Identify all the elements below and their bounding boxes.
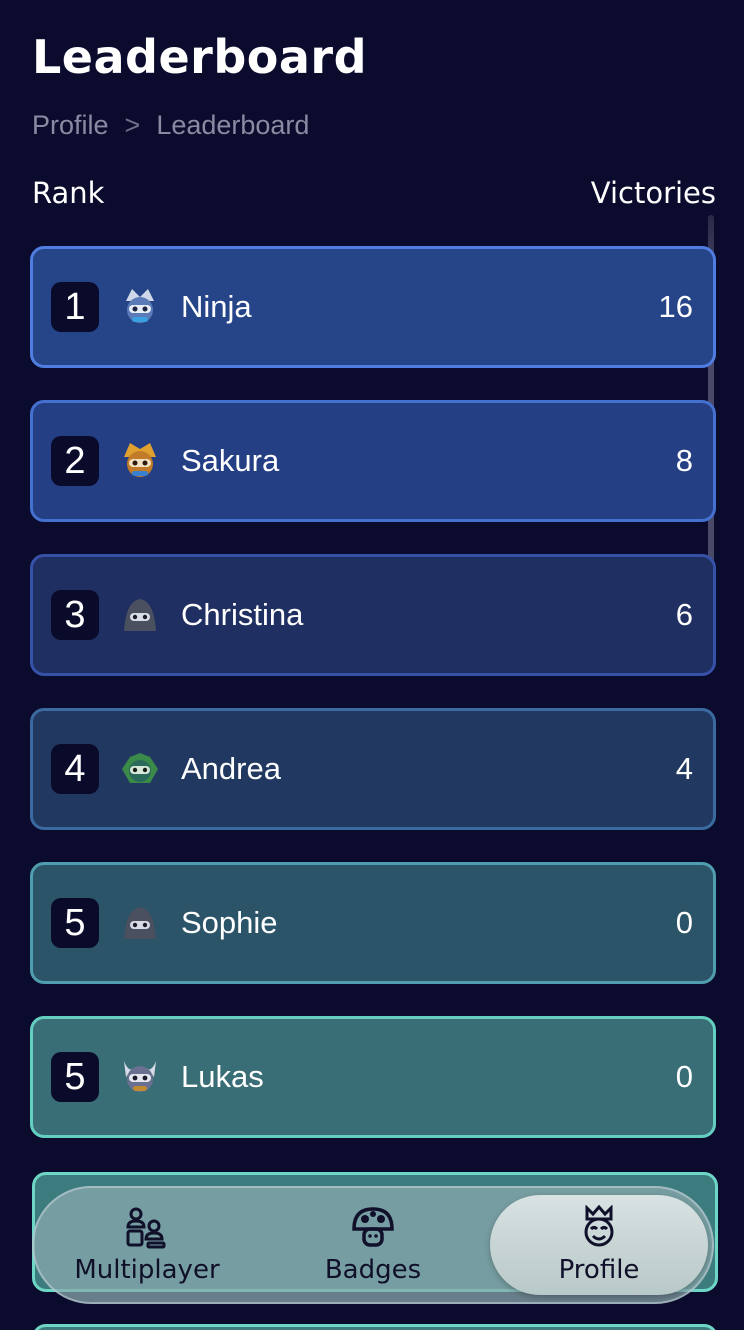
leaderboard-row[interactable]: 2 Sakura 8 [30, 400, 716, 522]
ninja-crown-avatar-icon [117, 284, 163, 330]
victory-count: 8 [675, 443, 693, 478]
rank-badge: 5 [51, 1052, 99, 1102]
bottom-navigation: Multiplayer Badges Profile [32, 1186, 714, 1304]
rank-badge: 2 [51, 436, 99, 486]
player-name: Lukas [181, 1059, 264, 1094]
player-name: Christina [181, 597, 304, 632]
page-title: Leaderboard [32, 30, 368, 84]
golden-samurai-avatar-icon [117, 438, 163, 484]
mushroom-badge-icon [350, 1205, 396, 1253]
nav-badges-label: Badges [324, 1255, 422, 1285]
player-name: Sophie [181, 905, 278, 940]
nav-multiplayer[interactable]: Multiplayer [38, 1195, 256, 1295]
player-name: Sakura [181, 443, 280, 478]
horned-helmet-avatar-icon [117, 1054, 163, 1100]
hooded-ninja-avatar-icon [117, 900, 163, 946]
leaderboard-row-obscured [32, 1324, 718, 1330]
victory-count: 16 [658, 289, 693, 324]
nav-profile-label: Profile [558, 1255, 640, 1285]
player-name: Andrea [181, 751, 281, 786]
victory-count: 6 [675, 597, 693, 632]
leaderboard-row[interactable]: 4 Andrea 4 [30, 708, 716, 830]
hooded-ninja-avatar-icon [117, 592, 163, 638]
victory-count: 0 [675, 905, 693, 940]
victories-column-header: Victories [590, 176, 716, 210]
leaderboard-row[interactable]: 5 Sophie 0 [30, 862, 716, 984]
breadcrumb-current: Leaderboard [156, 110, 310, 140]
breadcrumb-profile-link[interactable]: Profile [32, 110, 109, 141]
green-warrior-avatar-icon [117, 746, 163, 792]
victory-count: 0 [675, 1059, 693, 1094]
leaderboard-row[interactable]: 3 Christina 6 [30, 554, 716, 676]
rank-badge: 4 [51, 744, 99, 794]
nav-multiplayer-label: Multiplayer [74, 1255, 220, 1285]
multiplayer-icon [124, 1205, 170, 1253]
crowned-face-icon [576, 1204, 622, 1253]
rank-column-header: Rank [32, 176, 105, 210]
rank-badge: 5 [51, 898, 99, 948]
leaderboard-row[interactable]: 1 Ninja 16 [30, 246, 716, 368]
breadcrumb: Profile > Leaderboard [32, 110, 309, 141]
breadcrumb-separator: > [124, 110, 141, 140]
player-name: Ninja [181, 289, 252, 324]
rank-badge: 3 [51, 590, 99, 640]
leaderboard-row[interactable]: 5 Lukas 0 [30, 1016, 716, 1138]
nav-profile[interactable]: Profile [490, 1195, 708, 1295]
nav-badges[interactable]: Badges [264, 1195, 482, 1295]
rank-badge: 1 [51, 282, 99, 332]
victory-count: 4 [675, 751, 693, 786]
